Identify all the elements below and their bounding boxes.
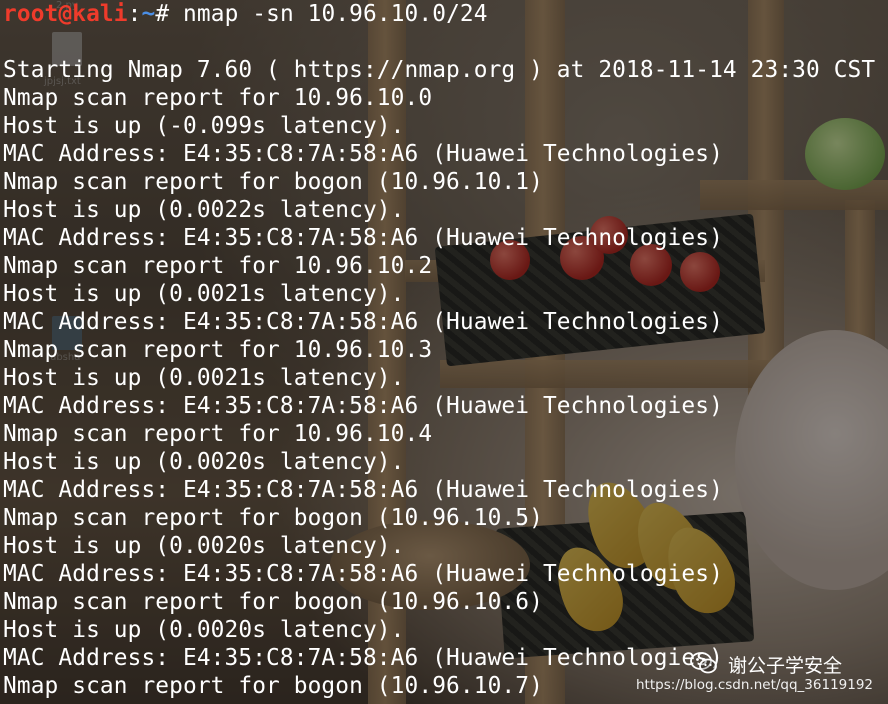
terminal-output-line: MAC Address: E4:35:C8:7A:58:A6 (Huawei T…: [3, 225, 723, 251]
terminal-output-line: MAC Address: E4:35:C8:7A:58:A6 (Huawei T…: [3, 477, 723, 503]
terminal-output-line: Host is up (0.0020s latency).: [3, 449, 405, 475]
wechat-icon: [690, 652, 717, 674]
prompt-line: root@kali:~# nmap -sn 10.96.10.0/24: [3, 0, 875, 28]
terminal-output-line: Nmap scan report for bogon (10.96.10.5): [3, 505, 543, 531]
terminal-output-line: [3, 28, 875, 56]
terminal-output-line: Nmap scan report for bogon (10.96.10.6): [3, 589, 543, 615]
prompt-path: ~: [141, 1, 156, 27]
terminal-output-line: Nmap scan report for 10.96.10.3: [3, 337, 433, 363]
terminal-output-line: Nmap scan report for 10.96.10.4: [3, 421, 433, 447]
terminal-output-line: MAC Address: E4:35:C8:7A:58:A6 (Huawei T…: [3, 561, 723, 587]
terminal-output-line: Host is up (0.0021s latency).: [3, 365, 405, 391]
terminal-output-line: MAC Address: E4:35:C8:7A:58:A6 (Huawei T…: [3, 309, 723, 335]
watermark-url: https://blog.csdn.net/qq_36119192: [636, 677, 874, 693]
prompt-user-host: root@kali: [3, 1, 128, 27]
terminal-window[interactable]: root@kali:~# nmap -sn 10.96.10.0/24 Star…: [0, 0, 888, 704]
terminal-output-line: Host is up (0.0020s latency).: [3, 533, 405, 559]
terminal-output-line: Nmap scan report for bogon (10.96.10.1): [3, 169, 543, 195]
prompt-hash: #: [155, 1, 184, 27]
terminal-output-line: MAC Address: E4:35:C8:7A:58:A6 (Huawei T…: [3, 393, 723, 419]
terminal-output-line: MAC Address: E4:35:C8:7A:58:A6 (Huawei T…: [3, 141, 723, 167]
watermark-title: 谢公子学安全: [728, 655, 843, 677]
terminal-output-line: Nmap scan report for 10.96.10.0: [3, 85, 433, 111]
terminal-output: root@kali:~# nmap -sn 10.96.10.0/24 Star…: [3, 0, 875, 700]
terminal-output-line: Host is up (0.0020s latency).: [3, 617, 405, 643]
prompt-colon: :: [127, 1, 142, 27]
terminal-output-line: Host is up (-0.099s latency).: [3, 113, 405, 139]
terminal-output-line: Host is up (0.0022s latency).: [3, 197, 405, 223]
terminal-output-line: Nmap scan report for 10.96.10.2: [3, 253, 433, 279]
terminal-output-line: Starting Nmap 7.60 ( https://nmap.org ) …: [3, 57, 876, 83]
prompt-command: nmap -sn 10.96.10.0/24: [183, 1, 488, 27]
terminal-output-line: Host is up (0.0021s latency).: [3, 281, 405, 307]
